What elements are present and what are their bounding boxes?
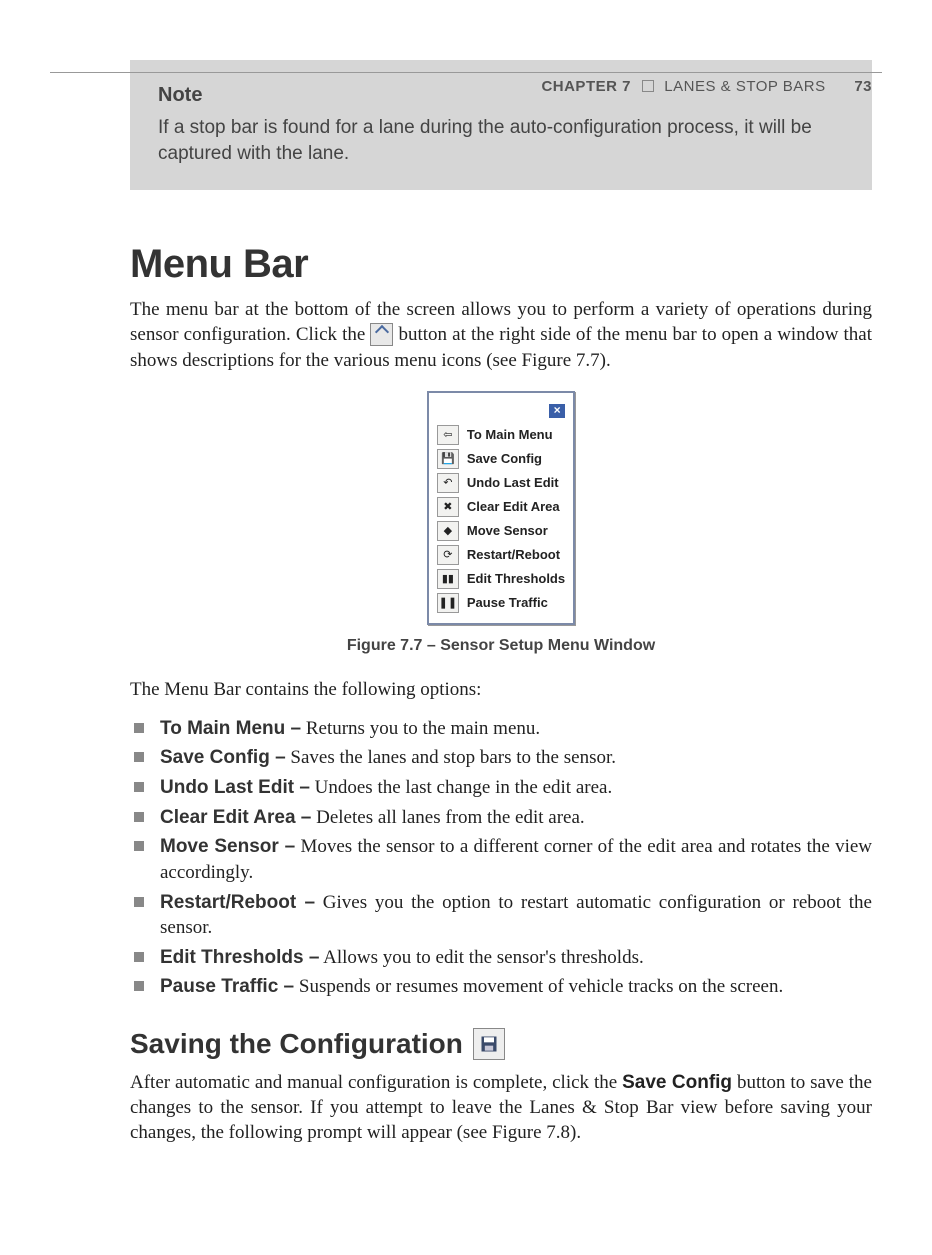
home-icon: [370, 323, 393, 346]
list-item: Edit Thresholds – Allows you to edit the…: [130, 945, 872, 971]
option-desc: Saves the lanes and stop bars to the sen…: [286, 747, 616, 768]
menu-item-thresholds[interactable]: ▮▮ Edit Thresholds: [437, 567, 565, 591]
thresholds-icon: ▮▮: [437, 569, 459, 589]
option-desc: Undoes the last change in the edit area.: [310, 777, 612, 798]
option-desc: Deletes all lanes from the edit area.: [311, 807, 584, 828]
option-term: Undo Last Edit –: [160, 777, 310, 798]
saving-text-before: After automatic and manual configuration…: [130, 1072, 622, 1093]
menu-item-undo[interactable]: ↶ Undo Last Edit: [437, 471, 565, 495]
move-icon: ◆: [437, 521, 459, 541]
figure-7-7: × ⇦ To Main Menu 💾 Save Config ↶ Undo La…: [130, 391, 872, 625]
option-term: To Main Menu –: [160, 718, 301, 739]
menu-item-move[interactable]: ◆ Move Sensor: [437, 519, 565, 543]
disk-icon: [473, 1028, 505, 1060]
menu-item-label: Pause Traffic: [467, 595, 548, 610]
menu-item-clear[interactable]: ✖ Clear Edit Area: [437, 495, 565, 519]
menu-item-label: To Main Menu: [467, 427, 553, 442]
option-term: Edit Thresholds –: [160, 947, 319, 968]
option-term: Pause Traffic –: [160, 976, 294, 997]
menu-item-label: Move Sensor: [467, 523, 548, 538]
menu-item-label: Clear Edit Area: [467, 499, 560, 514]
undo-icon: ↶: [437, 473, 459, 493]
square-bullet-icon: [642, 80, 654, 92]
back-arrow-icon: ⇦: [437, 425, 459, 445]
option-term: Save Config –: [160, 747, 286, 768]
menu-item-pause[interactable]: ❚❚ Pause Traffic: [437, 591, 565, 615]
section-heading: Menu Bar: [130, 242, 872, 287]
option-desc: Allows you to edit the sensor's threshol…: [319, 947, 643, 968]
disk-icon: 💾: [437, 449, 459, 469]
subsection-heading: Saving the Configuration: [130, 1028, 872, 1060]
menu-item-label: Restart/Reboot: [467, 547, 560, 562]
pause-icon: ❚❚: [437, 593, 459, 613]
header-rule: [50, 72, 882, 73]
option-desc: Suspends or resumes movement of vehicle …: [294, 976, 783, 997]
list-item: Save Config – Saves the lanes and stop b…: [130, 745, 872, 771]
options-list: To Main Menu – Returns you to the main m…: [130, 716, 872, 1000]
option-term: Clear Edit Area –: [160, 807, 311, 828]
clear-icon: ✖: [437, 497, 459, 517]
subsection-title: Saving the Configuration: [130, 1028, 463, 1060]
saving-paragraph: After automatic and manual configuration…: [130, 1070, 872, 1145]
list-item: Pause Traffic – Suspends or resumes move…: [130, 974, 872, 1000]
menu-item-label: Edit Thresholds: [467, 571, 565, 586]
figure-caption: Figure 7.7 – Sensor Setup Menu Window: [130, 637, 872, 655]
menu-item-label: Undo Last Edit: [467, 475, 559, 490]
option-term: Move Sensor –: [160, 836, 295, 857]
chapter-label: CHAPTER 7: [541, 78, 631, 95]
note-text: If a stop bar is found for a lane during…: [158, 115, 844, 166]
list-item: To Main Menu – Returns you to the main m…: [130, 716, 872, 742]
close-icon[interactable]: ×: [549, 404, 565, 418]
options-intro: The Menu Bar contains the following opti…: [130, 677, 872, 702]
menu-item-main[interactable]: ⇦ To Main Menu: [437, 423, 565, 447]
list-item: Clear Edit Area – Deletes all lanes from…: [130, 805, 872, 831]
save-config-label: Save Config: [622, 1072, 732, 1093]
menu-item-restart[interactable]: ⟳ Restart/Reboot: [437, 543, 565, 567]
menu-item-label: Save Config: [467, 451, 542, 466]
list-item: Move Sensor – Moves the sensor to a diff…: [130, 834, 872, 885]
menu-window: × ⇦ To Main Menu 💾 Save Config ↶ Undo La…: [427, 391, 575, 625]
option-desc: Returns you to the main menu.: [301, 718, 540, 739]
chapter-title: LANES & STOP BARS: [664, 78, 825, 95]
page-number: 73: [854, 78, 872, 95]
list-item: Restart/Reboot – Gives you the option to…: [130, 890, 872, 941]
restart-icon: ⟳: [437, 545, 459, 565]
running-header: CHAPTER 7 LANES & STOP BARS 73: [541, 78, 872, 95]
option-term: Restart/Reboot –: [160, 892, 315, 913]
list-item: Undo Last Edit – Undoes the last change …: [130, 775, 872, 801]
menu-item-save[interactable]: 💾 Save Config: [437, 447, 565, 471]
intro-paragraph: The menu bar at the bottom of the screen…: [130, 297, 872, 372]
